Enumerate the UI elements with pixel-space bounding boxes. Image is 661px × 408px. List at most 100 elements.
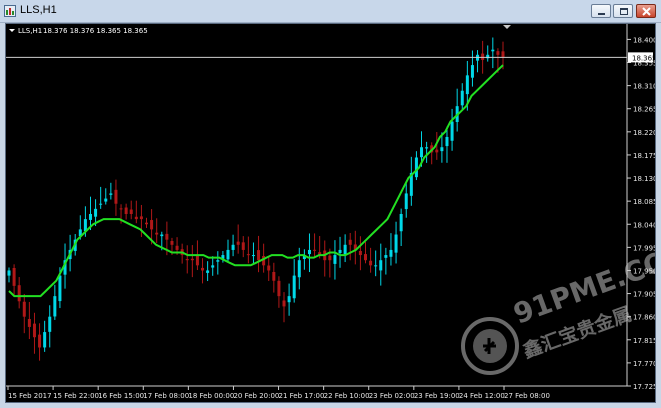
candle-body <box>211 265 215 268</box>
candle <box>389 233 393 266</box>
candle <box>313 233 317 259</box>
candle-body <box>369 260 373 266</box>
candle <box>338 236 342 268</box>
time-axis: 15 Feb 2017 15 Feb 22:00 16 Feb 15:00 17 Fe… <box>6 385 627 400</box>
price-chart[interactable]: 91PME.COM 鑫汇宝贵金属 18.40018.35518.31018.26… <box>6 24 661 402</box>
chart-symbol: LLS,H1 <box>18 27 42 35</box>
candle <box>353 230 357 265</box>
candle-body <box>83 219 87 232</box>
candle <box>251 242 255 265</box>
candle <box>470 50 474 87</box>
price-tick-label: 17.995 <box>633 244 655 252</box>
minimize-button[interactable] <box>591 4 611 18</box>
candle <box>404 181 408 218</box>
candle-body <box>297 260 301 278</box>
candle <box>476 50 480 73</box>
candle <box>287 283 291 316</box>
candle-body <box>99 203 103 205</box>
candle <box>282 292 286 323</box>
time-tick-label: 22 Feb 10:00 <box>324 392 370 400</box>
candle-body <box>94 208 98 217</box>
candle <box>27 301 31 340</box>
time-tick-label: 15 Feb 22:00 <box>53 392 99 400</box>
candle <box>155 218 159 244</box>
candle-body <box>374 265 378 267</box>
moving-average-line <box>8 64 504 298</box>
candle <box>363 242 367 264</box>
candle <box>307 233 311 273</box>
candle-body <box>109 193 113 195</box>
candle-body <box>379 260 383 271</box>
time-tick-label: 23 Feb 02:00 <box>369 392 415 400</box>
candle-body <box>53 296 57 317</box>
price-tick-label: 18.265 <box>633 106 655 114</box>
candle-body <box>333 255 337 264</box>
candle <box>231 234 235 257</box>
candle <box>206 261 210 282</box>
candle-body <box>241 242 245 250</box>
candle-body <box>150 220 154 230</box>
candle <box>267 256 271 281</box>
candle <box>236 224 240 254</box>
window-title-bar[interactable]: LLS,H1 <box>0 0 661 23</box>
chart-header: LLS,H1 18.376 18.376 18.365 18.365 <box>9 27 148 35</box>
candle <box>109 182 113 200</box>
chart-shift-marker-icon[interactable] <box>503 25 511 29</box>
candle <box>486 45 490 62</box>
time-tick-label: 18 Feb 00:00 <box>188 392 234 400</box>
price-tick-label: 18.310 <box>633 83 655 91</box>
restore-icon <box>620 8 628 15</box>
candle-body <box>165 233 169 240</box>
candle-body <box>465 75 469 95</box>
candle <box>246 236 250 264</box>
candle <box>22 294 26 334</box>
candle <box>333 240 337 280</box>
candle-body <box>313 249 317 251</box>
candle-body <box>38 334 42 348</box>
candle <box>272 262 276 293</box>
candle <box>430 142 434 165</box>
candle <box>134 200 138 224</box>
time-tick-label: 21 Feb 17:00 <box>279 392 325 400</box>
candle-body <box>328 255 332 261</box>
candle <box>460 83 464 109</box>
price-tick-label: 18.175 <box>633 152 655 160</box>
candle-body <box>435 149 439 153</box>
price-tick-label: 17.815 <box>633 337 655 345</box>
candle <box>53 284 57 320</box>
candle <box>7 267 11 283</box>
candle-body <box>348 239 352 245</box>
candle-body <box>425 147 429 149</box>
candle-body <box>343 244 347 255</box>
time-tick-label: 20 Feb 20:00 <box>233 392 279 400</box>
candle-body <box>201 267 205 271</box>
candle-body <box>440 147 444 152</box>
close-button[interactable] <box>636 4 656 18</box>
candle <box>302 249 306 270</box>
candle <box>343 234 347 263</box>
candle-body <box>32 323 36 338</box>
candle <box>292 259 296 303</box>
candle-body <box>287 296 291 303</box>
candle <box>124 203 128 220</box>
candles <box>7 37 505 361</box>
symbol-dropdown-icon[interactable] <box>9 29 15 32</box>
candle <box>145 217 149 228</box>
candle <box>399 208 403 247</box>
time-tick-label: 15 Feb 2017 <box>8 392 52 400</box>
candle <box>277 276 281 308</box>
close-icon <box>642 7 651 16</box>
candle <box>216 251 220 275</box>
candle-body <box>160 234 164 237</box>
candle <box>129 200 133 220</box>
restore-button[interactable] <box>613 4 633 18</box>
candle-body <box>139 216 143 220</box>
time-tick-label: 23 Feb 19:00 <box>414 392 460 400</box>
candle-body <box>272 271 276 281</box>
candle <box>394 221 398 264</box>
candle-body <box>307 249 311 255</box>
candle-body <box>236 241 240 245</box>
candle <box>32 312 36 354</box>
chart-area[interactable]: 91PME.COM 鑫汇宝贵金属 18.40018.35518.31018.26… <box>5 23 661 403</box>
price-tick-label: 17.860 <box>633 314 655 322</box>
